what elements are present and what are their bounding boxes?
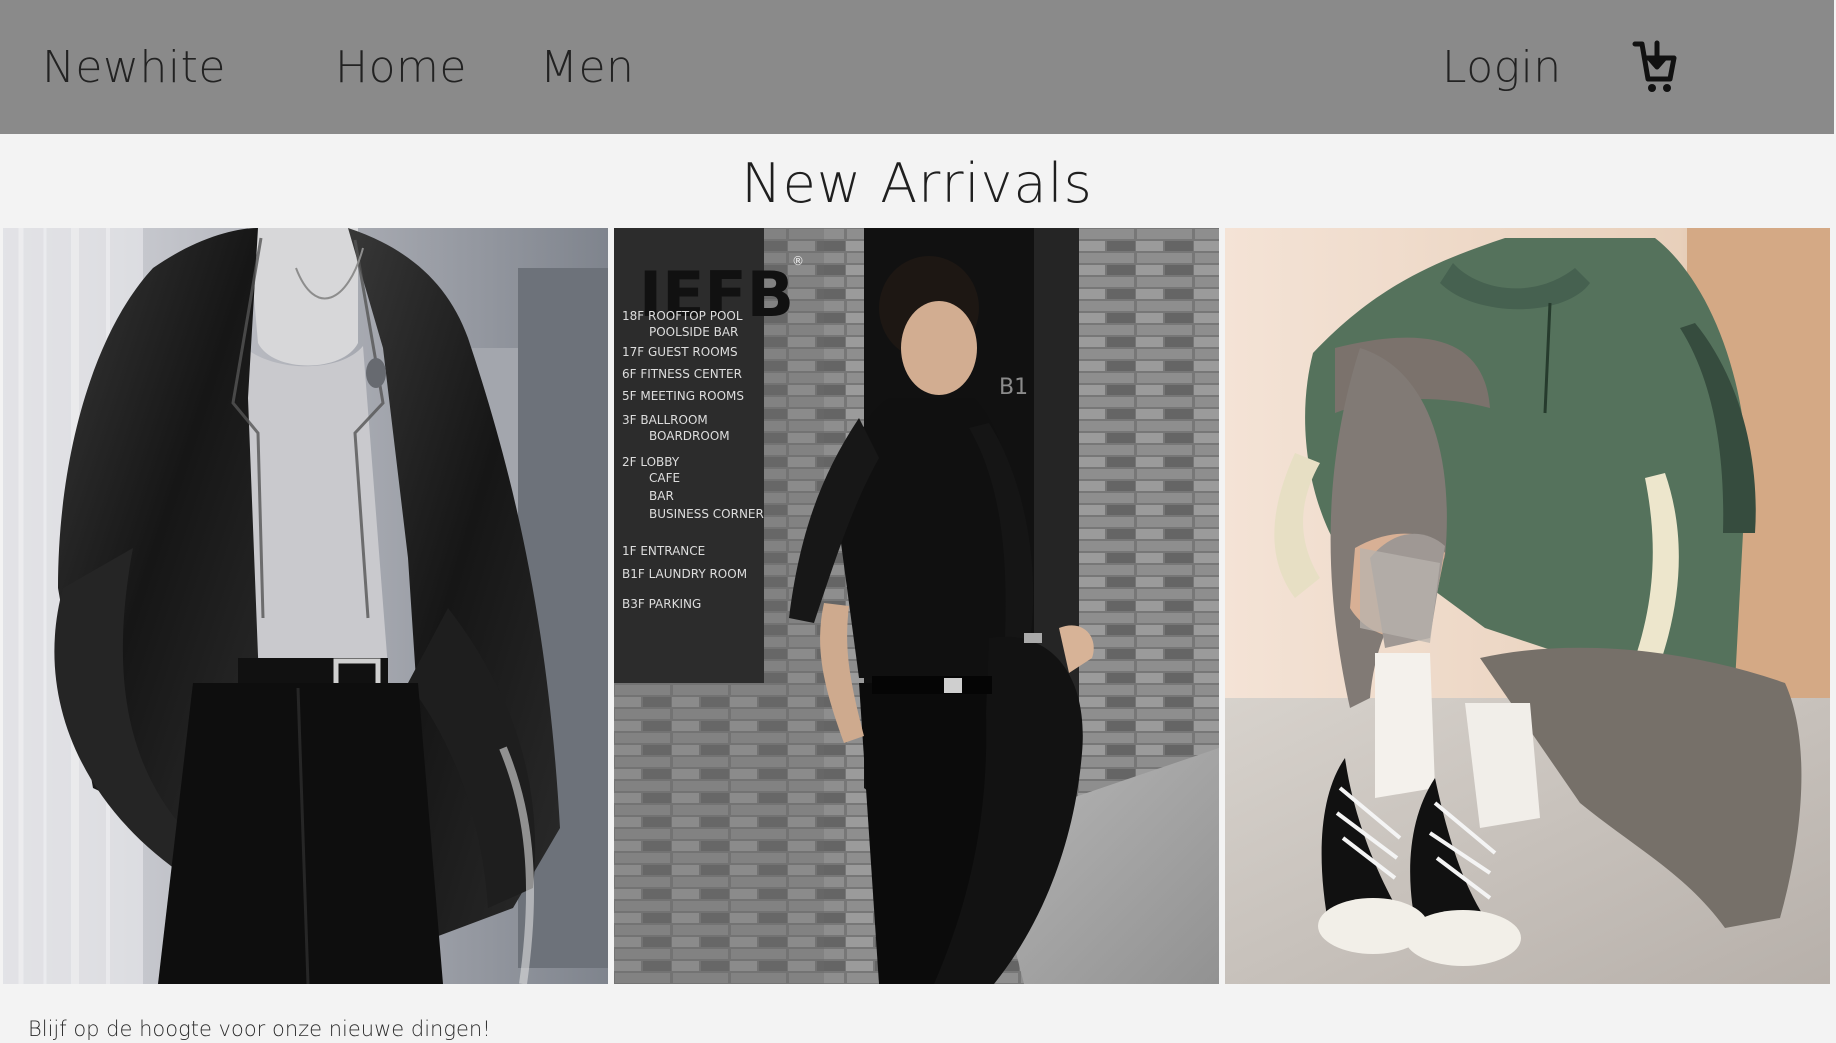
product-image-1[interactable]	[3, 228, 608, 984]
directory-sign-line-14: B3F PARKING	[622, 597, 701, 611]
outfit-image-black-sweater: IEFB ® 18F ROOFTOP POOL POOLSIDE BAR 17F…	[614, 228, 1219, 984]
directory-sign-line-9: CAFE	[649, 471, 680, 485]
directory-sign-line-12: 1F ENTRANCE	[622, 544, 705, 558]
directory-sign-line-13: B1F LAUNDRY ROOM	[622, 567, 747, 581]
nav-link-home[interactable]: Home	[335, 42, 467, 94]
directory-sign-line-3: 17F GUEST ROOMS	[622, 345, 738, 359]
wall-level-label: B1	[999, 375, 1028, 400]
outfit-image-green-half-zip	[1225, 228, 1830, 984]
brand-logo-link[interactable]: Newhite	[42, 42, 226, 94]
directory-sign-line-11: BUSINESS CORNER	[649, 507, 764, 521]
product-image-3[interactable]	[1225, 228, 1830, 984]
new-arrivals-product-grid: IEFB ® 18F ROOFTOP POOL POOLSIDE BAR 17F…	[3, 228, 1832, 984]
directory-sign-line-10: BAR	[649, 489, 674, 503]
top-navigation-bar: Newhite Home Men Login	[0, 0, 1834, 134]
directory-sign-line-1: 18F ROOFTOP POOL	[622, 309, 743, 323]
shopping-cart-icon[interactable]	[1632, 38, 1678, 94]
directory-sign-line-7: BOARDROOM	[649, 429, 730, 443]
newsletter-message: Blijf op de hoogte voor onze nieuwe ding…	[28, 1017, 491, 1041]
directory-sign-line-5: 5F MEETING ROOMS	[622, 389, 744, 403]
outfit-image-dark-blazer	[3, 228, 608, 984]
svg-text:®: ®	[792, 254, 804, 268]
directory-sign-line-4: 6F FITNESS CENTER	[622, 367, 742, 381]
nav-link-men[interactable]: Men	[540, 42, 634, 94]
directory-sign-line-8: 2F LOBBY	[622, 455, 680, 469]
shopping-cart-icon-svg	[1632, 40, 1677, 92]
directory-sign-line-6: 3F BALLROOM	[622, 413, 708, 427]
new-arrivals-title: New Arrivals	[741, 152, 1093, 215]
product-image-2[interactable]: IEFB ® 18F ROOFTOP POOL POOLSIDE BAR 17F…	[614, 228, 1219, 984]
login-link[interactable]: Login	[1442, 42, 1562, 94]
directory-sign-line-2: POOLSIDE BAR	[649, 325, 738, 339]
